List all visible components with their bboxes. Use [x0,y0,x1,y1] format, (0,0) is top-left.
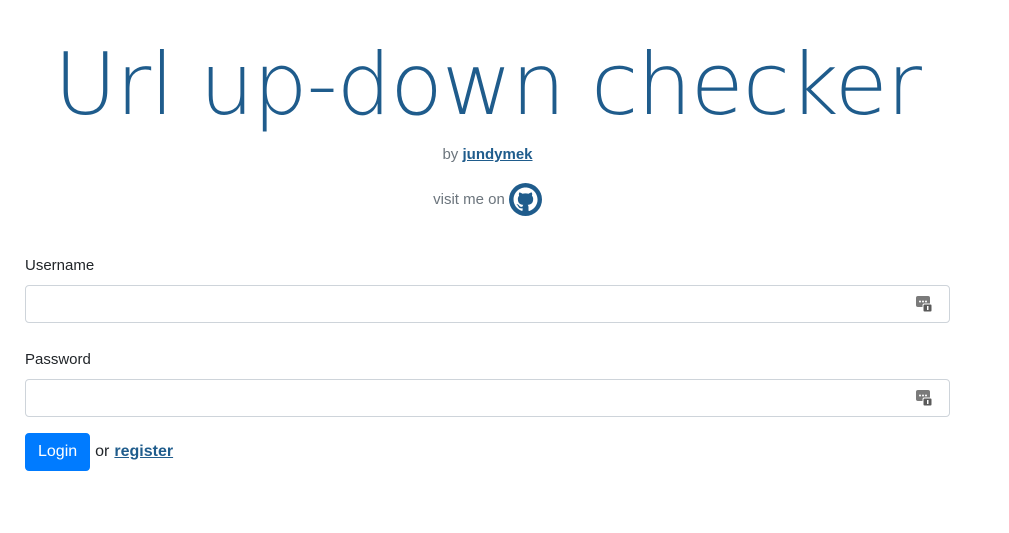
username-input[interactable] [25,285,950,323]
password-input[interactable] [25,379,950,417]
page-title: Url up-down checker [53,35,922,135]
github-icon[interactable] [508,183,542,216]
username-label: Username [25,257,95,274]
byline-prefix: by [442,146,459,163]
login-form: Username Password Login or register [25,255,950,471]
author-link[interactable]: jundymek [462,146,532,163]
register-link[interactable]: register [114,443,173,461]
login-button[interactable]: Login [25,433,91,471]
password-wrap [25,379,950,417]
visit-row: visit me on [0,183,975,216]
password-label: Password [25,351,91,368]
form-actions: Login or register [25,433,950,471]
login-page: Url up-down checker by jundymek visit me… [0,0,1009,533]
username-wrap [25,285,950,323]
visit-text: visit me on [433,191,505,208]
password-group: Password [25,349,950,417]
password-manager-icon[interactable] [916,389,933,407]
byline: by jundymek [0,146,975,163]
password-manager-icon[interactable] [916,295,933,313]
or-text: or [95,443,110,460]
username-group: Username [25,255,950,323]
